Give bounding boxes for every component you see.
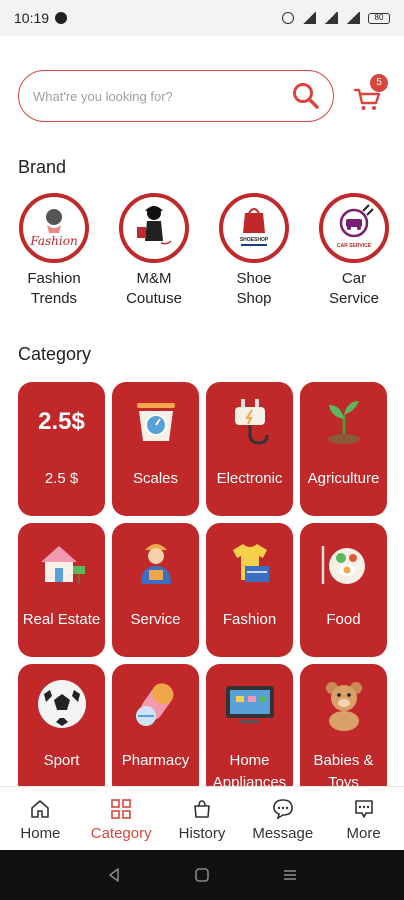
status-bar: 10:19 80: [0, 0, 404, 36]
category-tile-fashion[interactable]: Fashion: [206, 523, 293, 657]
back-icon[interactable]: [106, 867, 122, 883]
more-icon: [354, 800, 373, 818]
nav-item-category[interactable]: Category: [81, 787, 162, 850]
search-row: 5: [18, 70, 388, 122]
brand-item-car-service[interactable]: CAR SERVICE Car Service: [314, 193, 394, 309]
category-label: Pharmacy: [121, 752, 190, 769]
pills-icon: [128, 676, 184, 732]
status-icons: 80: [282, 12, 390, 24]
category-tile-2-5-dollar[interactable]: 2.5$ 2.5 $: [18, 382, 105, 516]
status-time: 10:19: [14, 10, 50, 26]
wifi-icon: [302, 12, 316, 24]
category-label: Agriculture: [307, 470, 380, 487]
category-tile-agriculture[interactable]: Agriculture: [300, 382, 387, 516]
category-tile-sport[interactable]: Sport: [18, 664, 105, 798]
grid-icon: [111, 799, 131, 819]
tv-icon: [222, 676, 278, 732]
category-label: Service: [130, 611, 181, 628]
notification-icon: [55, 12, 68, 24]
category-tile-service[interactable]: Service: [112, 523, 199, 657]
search-bar[interactable]: [18, 70, 334, 122]
category-label: Scales: [132, 470, 179, 487]
brand-section-title: Brand: [18, 157, 67, 177]
category-tile-electronic[interactable]: Electronic: [206, 382, 293, 516]
soccer-ball-icon: [34, 676, 90, 732]
plug-icon: [222, 394, 278, 450]
car-service-logo: CAR SERVICE: [319, 193, 389, 263]
brand-name: Fashion Trends: [27, 270, 81, 307]
battery-icon: 80: [368, 12, 390, 24]
category-label: Food: [326, 611, 361, 628]
home-button-icon[interactable]: [194, 867, 210, 883]
brand-item-mm-coutuse[interactable]: M&M Coutuse: [114, 193, 194, 309]
bottom-nav: Home Category History Message More: [0, 786, 404, 850]
bag-icon: [194, 800, 210, 818]
search-icon[interactable]: [291, 81, 321, 111]
system-nav-bar: [0, 850, 404, 900]
category-label: Sport: [43, 752, 80, 769]
category-tile-pharmacy[interactable]: Pharmacy: [112, 664, 199, 798]
svg-text:Fashion: Fashion: [29, 234, 77, 248]
mm-coutuse-logo: [119, 193, 189, 263]
category-label: 2.5 $: [44, 470, 79, 487]
brand-name: M&M Coutuse: [126, 270, 182, 307]
category-label: Fashion: [222, 611, 277, 628]
category-tile-food[interactable]: Food: [300, 523, 387, 657]
brand-item-shoe-shop[interactable]: SHOESHOP Shoe Shop: [214, 193, 294, 309]
teddy-bear-icon: [316, 676, 372, 732]
plant-icon: [316, 394, 372, 450]
category-grid: 2.5$ 2.5 $ Scales Electronic Agriculture…: [18, 382, 390, 798]
recents-icon[interactable]: [282, 867, 298, 883]
brand-item-fashion-trends[interactable]: Fashion Fashion Trends: [14, 193, 94, 309]
worker-icon: [128, 535, 184, 591]
category-tile-home-appliances[interactable]: Home Appliances: [206, 664, 293, 798]
fashion-trends-logo: Fashion: [19, 193, 89, 263]
plate-icon: [316, 535, 372, 591]
shoe-shop-logo: SHOESHOP: [219, 193, 289, 263]
nav-item-message[interactable]: Message: [242, 787, 323, 850]
signal-icon-2: [346, 12, 360, 24]
home-icon: [31, 800, 50, 818]
house-icon: [34, 535, 90, 591]
clothes-icon: [222, 535, 278, 591]
brand-list: Fashion Fashion Trends M&M Coutuse SHOES…: [14, 193, 394, 309]
category-label: Electronic: [216, 470, 283, 487]
nav-item-history[interactable]: History: [162, 787, 243, 850]
scales-icon: [128, 394, 184, 450]
category-section-title: Category: [18, 344, 92, 364]
search-input[interactable]: [33, 88, 291, 104]
cart-button[interactable]: 5: [352, 74, 388, 114]
category-tile-scales[interactable]: Scales: [112, 382, 199, 516]
price-icon: 2.5$: [38, 408, 85, 435]
brand-name: Shoe Shop: [236, 270, 272, 307]
category-label: Real Estate: [22, 611, 101, 628]
alarm-icon: [282, 12, 294, 24]
nav-item-more[interactable]: More: [323, 787, 404, 850]
category-tile-real-estate[interactable]: Real Estate: [18, 523, 105, 657]
nav-item-home[interactable]: Home: [0, 787, 81, 850]
category-tile-babies-toys[interactable]: Babies & Toys: [300, 664, 387, 798]
chat-icon: [272, 799, 293, 820]
cart-badge: 5: [370, 74, 388, 92]
signal-icon: [324, 12, 338, 24]
svg-text:SHOESHOP: SHOESHOP: [240, 237, 269, 243]
svg-text:CAR SERVICE: CAR SERVICE: [337, 243, 372, 249]
brand-name: Car Service: [328, 270, 380, 307]
